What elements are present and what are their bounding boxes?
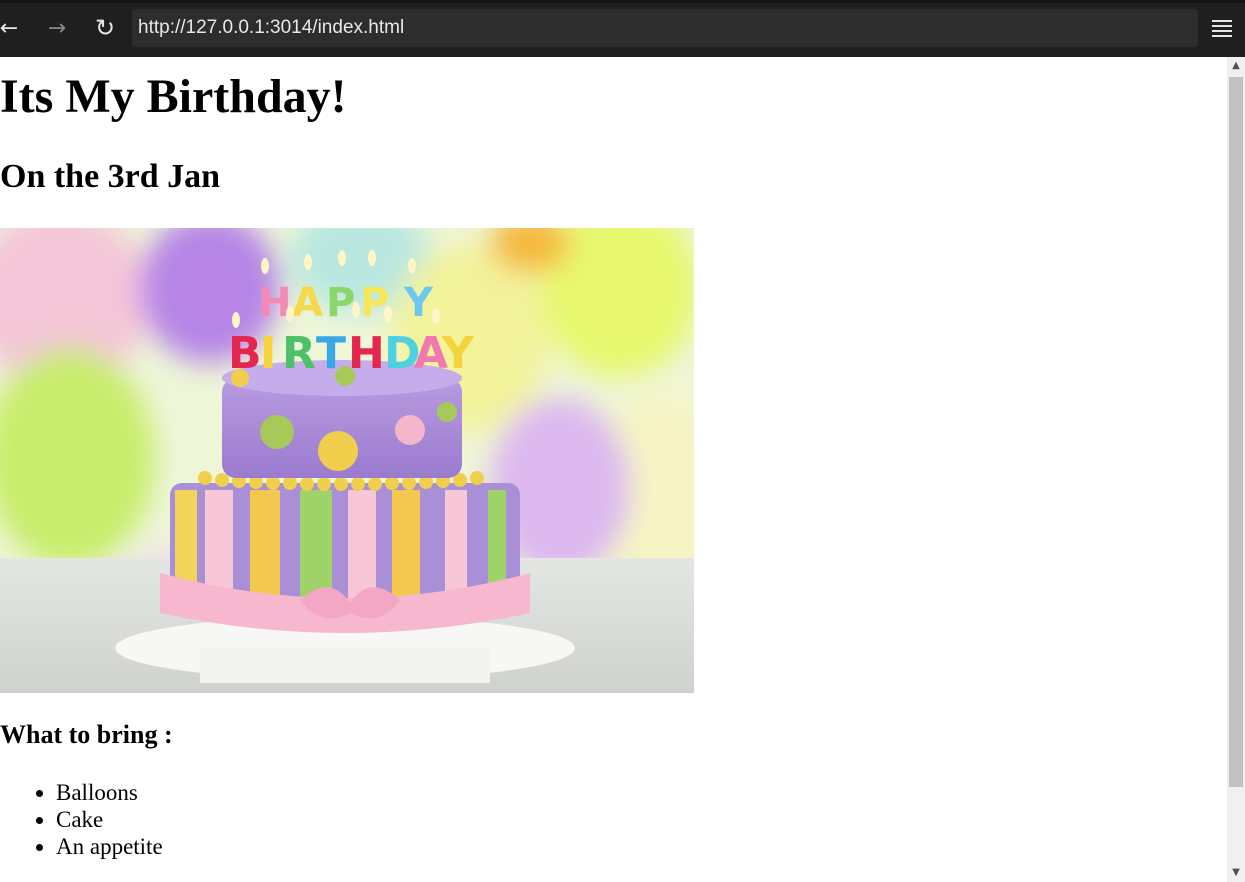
list-item: Balloons bbox=[56, 779, 163, 806]
list-item: An appetite bbox=[56, 833, 163, 860]
address-bar[interactable]: http://127.0.0.1:3014/index.html bbox=[132, 9, 1198, 47]
hamburger-menu-icon-line bbox=[1212, 29, 1232, 32]
svg-text:B: B bbox=[228, 328, 262, 379]
scroll-thumb[interactable] bbox=[1229, 77, 1243, 787]
svg-text:P: P bbox=[326, 280, 355, 326]
list-heading: What to bring : bbox=[0, 720, 173, 749]
hamburger-menu-icon-line bbox=[1212, 34, 1232, 37]
arrow-left-icon: ← bbox=[0, 15, 19, 41]
reload-button[interactable]: ↻ bbox=[90, 12, 120, 44]
svg-text:I: I bbox=[260, 328, 276, 379]
bring-list: Balloons Cake An appetite bbox=[56, 779, 163, 860]
hamburger-menu-icon bbox=[1212, 19, 1232, 22]
hamburger-menu-icon-line bbox=[1212, 24, 1232, 27]
page-content: Its My Birthday! On the 3rd Jan H A P P … bbox=[0, 57, 1227, 882]
toolbar-top-edge bbox=[0, 0, 1245, 3]
page-subtitle: On the 3rd Jan bbox=[0, 158, 221, 195]
back-button[interactable]: ← bbox=[0, 12, 24, 44]
svg-text:A: A bbox=[292, 280, 323, 326]
cake-illustration: H A P P Y B I R T H D A Y bbox=[0, 228, 694, 693]
forward-button[interactable]: → bbox=[42, 12, 72, 44]
page-title: Its My Birthday! bbox=[0, 70, 347, 123]
svg-text:Y: Y bbox=[403, 280, 434, 326]
browser-toolbar: ← → ↻ http://127.0.0.1:3014/index.html bbox=[0, 0, 1245, 57]
scroll-up-arrow-icon[interactable]: ▲ bbox=[1227, 57, 1245, 75]
scroll-down-arrow-icon[interactable]: ▼ bbox=[1227, 864, 1245, 882]
svg-text:H: H bbox=[348, 328, 385, 379]
vertical-scrollbar[interactable]: ▲ ▼ bbox=[1227, 57, 1245, 882]
svg-text:H: H bbox=[258, 280, 291, 326]
svg-text:T: T bbox=[316, 328, 346, 379]
menu-button[interactable] bbox=[1208, 14, 1236, 42]
svg-text:R: R bbox=[282, 328, 316, 379]
arrow-right-icon: → bbox=[47, 15, 67, 41]
svg-text:Y: Y bbox=[441, 328, 475, 379]
list-item: Cake bbox=[56, 806, 163, 833]
reload-icon: ↻ bbox=[94, 14, 116, 42]
birthday-cake-image: H A P P Y B I R T H D A Y bbox=[0, 228, 694, 693]
